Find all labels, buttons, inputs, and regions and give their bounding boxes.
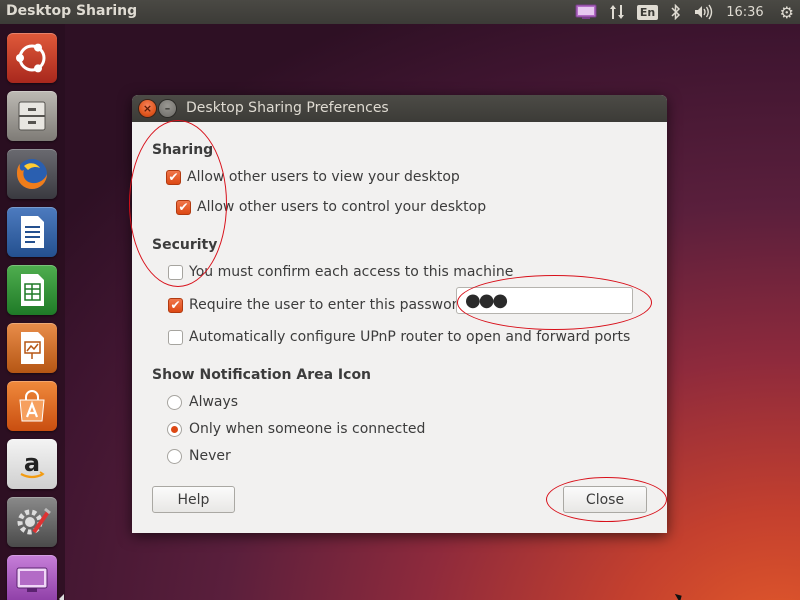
ubuntu-dash-icon[interactable] <box>7 33 57 83</box>
files-icon[interactable] <box>7 91 57 141</box>
radio-never-row[interactable]: Never <box>167 446 231 466</box>
confirm-access-row[interactable]: You must confirm each access to this mac… <box>168 262 513 282</box>
top-panel: Desktop Sharing En 16:36 ⚙ <box>0 0 800 24</box>
sharing-heading: Sharing <box>152 142 214 158</box>
minimize-icon: – <box>164 102 171 115</box>
amazon-icon[interactable]: a <box>7 439 57 489</box>
preferences-dialog: × – Desktop Sharing Preferences Sharing … <box>132 95 667 533</box>
close-icon: × <box>142 102 153 115</box>
upnp-label: Automatically configure UPnP router to o… <box>189 329 631 345</box>
allow-control-checkbox[interactable]: ✔ <box>176 199 191 215</box>
radio-never[interactable] <box>167 448 182 464</box>
require-password-row[interactable]: ✔ Require the user to enter this passwor… <box>168 295 471 315</box>
allow-control-label: Allow other users to control your deskto… <box>197 199 487 215</box>
screen-share-icon[interactable] <box>569 0 603 24</box>
allow-view-checkbox[interactable]: ✔ <box>166 169 181 185</box>
minimize-window-button[interactable]: – <box>159 100 176 117</box>
software-center-icon[interactable] <box>7 381 57 431</box>
allow-view-label: Allow other users to view your desktop <box>187 169 460 185</box>
radio-always-label: Always <box>189 394 239 410</box>
radio-connected-label: Only when someone is connected <box>189 421 426 437</box>
radio-always-row[interactable]: Always <box>167 392 238 412</box>
upnp-checkbox[interactable] <box>168 329 183 345</box>
mouse-pointer <box>674 591 685 600</box>
dialog-titlebar[interactable]: × – Desktop Sharing Preferences <box>132 95 667 122</box>
system-settings-icon[interactable] <box>7 497 57 547</box>
launcher: a <box>0 24 65 600</box>
close-button[interactable]: Close <box>563 486 647 513</box>
radio-only-when-connected[interactable] <box>167 421 182 437</box>
upnp-row[interactable]: Automatically configure UPnP router to o… <box>168 327 630 347</box>
libreoffice-calc-icon[interactable] <box>7 265 57 315</box>
active-indicator <box>59 594 64 600</box>
notification-heading: Show Notification Area Icon <box>152 367 372 383</box>
network-arrows-icon[interactable] <box>603 0 631 24</box>
help-button[interactable]: Help <box>152 486 235 513</box>
indicator-area: En 16:36 ⚙ <box>569 0 800 24</box>
close-window-button[interactable]: × <box>139 100 156 117</box>
confirm-access-label: You must confirm each access to this mac… <box>189 264 514 280</box>
volume-icon[interactable] <box>688 0 720 24</box>
gear-icon[interactable]: ⚙ <box>774 0 800 24</box>
dialog-content: Sharing ✔ Allow other users to view your… <box>132 122 667 533</box>
radio-never-label: Never <box>189 448 231 464</box>
firefox-icon[interactable] <box>7 149 57 199</box>
language-label: En <box>636 4 659 20</box>
libreoffice-writer-icon[interactable] <box>7 207 57 257</box>
radio-connected-row[interactable]: Only when someone is connected <box>167 419 425 439</box>
bluetooth-icon[interactable] <box>664 0 688 24</box>
require-password-checkbox[interactable]: ✔ <box>168 297 183 313</box>
confirm-access-checkbox[interactable] <box>168 264 183 280</box>
language-indicator[interactable]: En <box>631 0 664 24</box>
svg-text:a: a <box>24 449 40 477</box>
dialog-title: Desktop Sharing Preferences <box>186 100 389 116</box>
libreoffice-impress-icon[interactable] <box>7 323 57 373</box>
security-heading: Security <box>152 237 218 253</box>
active-app-title: Desktop Sharing <box>6 3 138 19</box>
password-field[interactable]: ●●● <box>456 287 633 314</box>
allow-view-row[interactable]: ✔ Allow other users to view your desktop <box>166 167 460 187</box>
require-password-label: Require the user to enter this password: <box>189 297 471 313</box>
clock[interactable]: 16:36 <box>720 0 773 24</box>
desktop-sharing-launcher-icon[interactable] <box>7 555 57 600</box>
radio-always[interactable] <box>167 394 182 410</box>
allow-control-row[interactable]: ✔ Allow other users to control your desk… <box>176 197 486 217</box>
